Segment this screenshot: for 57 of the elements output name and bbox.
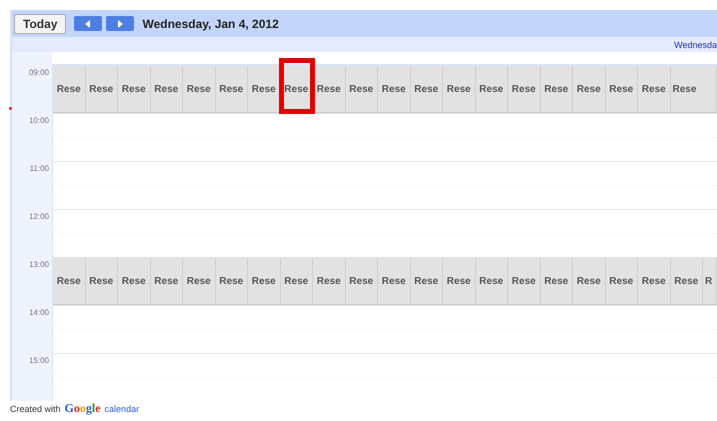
event-block[interactable]: R [703, 258, 717, 304]
time-label: 11:00 [28, 163, 50, 173]
event-block[interactable]: Rese [183, 258, 216, 304]
event-block[interactable]: Rese [476, 258, 508, 304]
event-block[interactable]: Rese [248, 66, 280, 112]
event-block[interactable]: Rese [216, 66, 248, 112]
event-block[interactable]: Rese [638, 66, 670, 112]
event-block[interactable]: Rese [410, 258, 443, 304]
event-block[interactable]: Rese [670, 66, 717, 112]
event-block[interactable]: Rese [86, 258, 118, 304]
event-block[interactable]: Rese [508, 66, 540, 112]
event-block[interactable]: Rese [118, 258, 150, 304]
event-block[interactable]: Rese [476, 66, 508, 112]
event-block[interactable]: Rese [216, 258, 248, 304]
event-block[interactable]: Rese [150, 258, 183, 304]
event-block[interactable]: Rese [346, 66, 378, 112]
event-block[interactable]: Rese [443, 66, 476, 112]
event-block[interactable]: Rese [346, 258, 378, 304]
event-block[interactable]: Rese [573, 258, 606, 304]
event-block[interactable]: Rese [86, 66, 118, 112]
day-header-link[interactable]: Wednesda [674, 40, 717, 50]
event-block[interactable]: Rese [540, 66, 573, 112]
time-label: 12:00 [28, 211, 50, 221]
google-logo: Google [64, 402, 101, 415]
time-label: 15:00 [28, 355, 50, 365]
previous-button[interactable] [74, 16, 102, 31]
event-block[interactable]: Rese [280, 258, 313, 304]
event-block[interactable]: Rese [150, 66, 183, 112]
event-block[interactable]: Rese [606, 258, 638, 304]
left-arrow-icon [84, 20, 92, 28]
event-block[interactable]: Rese [183, 66, 216, 112]
event-block[interactable]: Rese [378, 258, 410, 304]
event-block[interactable]: Rese [118, 66, 150, 112]
event-block[interactable]: Rese [443, 258, 476, 304]
event-block[interactable]: Rese [670, 258, 703, 304]
event-block[interactable]: Rese [53, 66, 86, 112]
today-button[interactable]: Today [14, 14, 66, 34]
event-block[interactable]: Rese [53, 258, 86, 304]
event-block[interactable]: Rese [508, 258, 540, 304]
event-block[interactable]: Rese [313, 258, 346, 304]
event-block[interactable]: Rese [313, 66, 346, 112]
calendar-link[interactable]: calendar [104, 403, 140, 416]
time-label: 13:00 [28, 259, 50, 269]
time-label: 14:00 [28, 307, 50, 317]
time-label: 09:00 [28, 67, 50, 77]
event-block[interactable]: Rese [378, 66, 410, 112]
right-arrow-icon [116, 20, 124, 28]
date-title: Wednesday, Jan 4, 2012 [142, 16, 279, 30]
time-label: 10:00 [28, 115, 50, 125]
footer-text: Created with [10, 403, 61, 416]
next-button[interactable] [106, 16, 134, 31]
event-block[interactable]: Rese [410, 66, 443, 112]
event-block[interactable]: Rese [540, 258, 573, 304]
event-block[interactable]: Rese [248, 258, 280, 304]
event-block[interactable]: Rese [638, 258, 670, 304]
event-block[interactable]: Rese [606, 66, 638, 112]
event-block[interactable]: Rese [573, 66, 606, 112]
